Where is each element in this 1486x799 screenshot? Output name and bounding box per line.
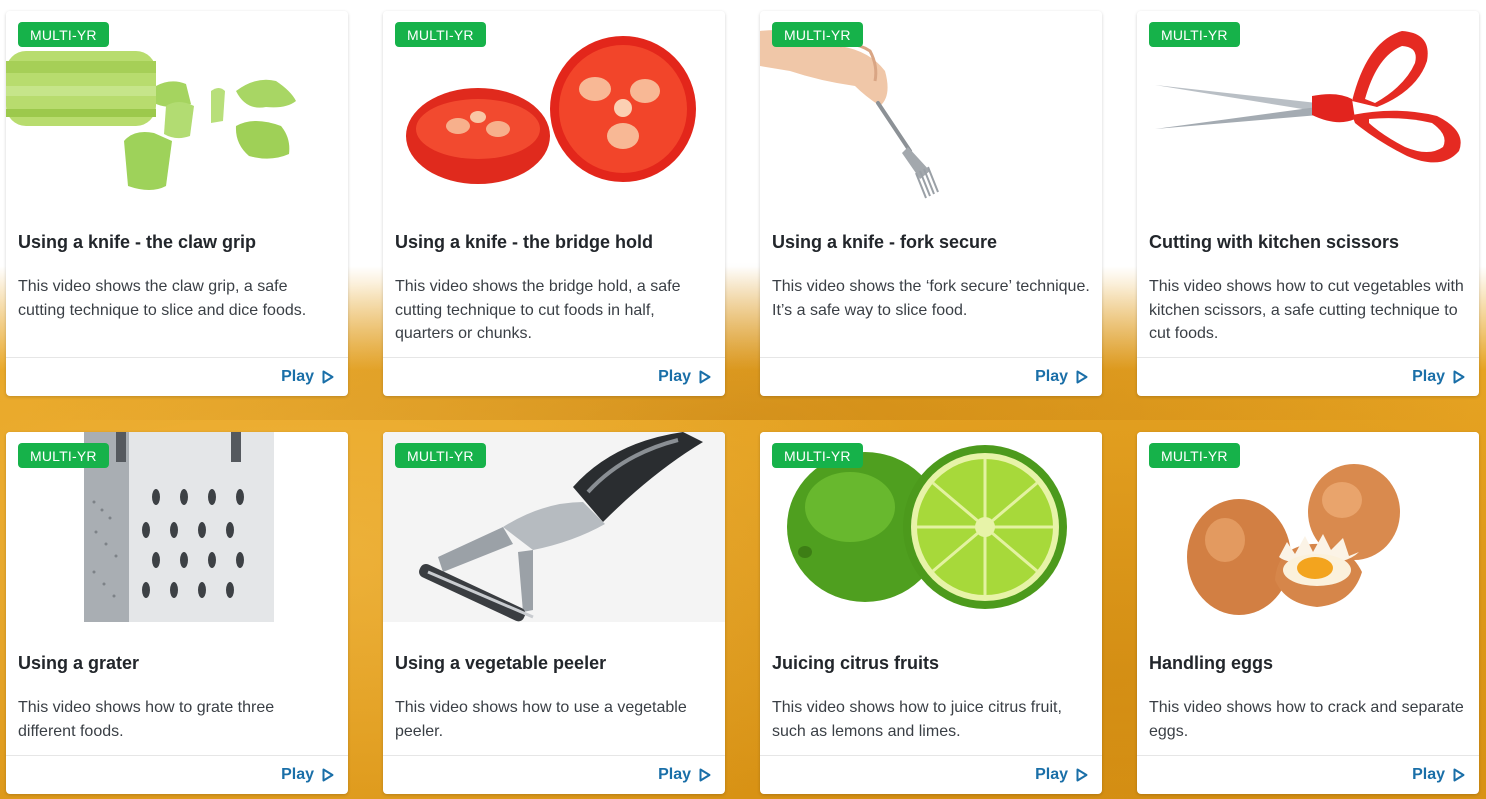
play-button[interactable]: Play bbox=[1035, 766, 1088, 784]
play-button[interactable]: Play bbox=[281, 368, 334, 386]
video-card[interactable]: MULTI-YR Cutting with kitchen scissors T… bbox=[1137, 11, 1479, 396]
play-label: Play bbox=[1412, 368, 1445, 385]
play-icon bbox=[699, 768, 711, 782]
card-description: This video shows how to grate three diff… bbox=[18, 699, 275, 740]
card-title[interactable]: Using a vegetable peeler bbox=[395, 652, 713, 674]
video-card[interactable]: MULTI-YR Using a vegetable peeler This v… bbox=[383, 432, 725, 794]
card-footer: Play bbox=[6, 357, 348, 396]
play-button[interactable]: Play bbox=[1412, 368, 1465, 386]
card-footer: Play bbox=[383, 755, 725, 794]
card-title[interactable]: Using a knife - the bridge hold bbox=[395, 231, 713, 253]
video-card[interactable]: MULTI-YR Using a grater This video shows… bbox=[6, 432, 348, 794]
card-thumbnail[interactable]: MULTI-YR bbox=[6, 11, 348, 201]
video-card[interactable]: MULTI-YR Using a knife - fork secure Thi… bbox=[760, 11, 1102, 396]
card-footer: Play bbox=[760, 357, 1102, 396]
video-card[interactable]: MULTI-YR Using a knife - the bridge hold… bbox=[383, 11, 725, 396]
card-footer: Play bbox=[1137, 755, 1479, 794]
year-badge: MULTI-YR bbox=[1149, 22, 1240, 47]
year-badge: MULTI-YR bbox=[18, 22, 109, 47]
play-icon bbox=[1076, 768, 1088, 782]
play-button[interactable]: Play bbox=[1412, 766, 1465, 784]
video-card[interactable]: MULTI-YR Juicing citrus fruits This vide… bbox=[760, 432, 1102, 794]
card-description: This video shows how to juice citrus fru… bbox=[772, 699, 1062, 740]
play-label: Play bbox=[1035, 766, 1068, 783]
year-badge: MULTI-YR bbox=[1149, 443, 1240, 468]
card-description: This video shows how to use a vegetable … bbox=[395, 699, 687, 740]
video-card-grid: MULTI-YR Using a knife - the claw grip T… bbox=[6, 11, 1479, 794]
play-icon bbox=[1453, 768, 1465, 782]
card-footer: Play bbox=[383, 357, 725, 396]
card-title[interactable]: Using a knife - the claw grip bbox=[18, 231, 336, 253]
card-title[interactable]: Cutting with kitchen scissors bbox=[1149, 231, 1467, 253]
card-description: This video shows how to crack and separa… bbox=[1149, 699, 1464, 740]
play-button[interactable]: Play bbox=[281, 766, 334, 784]
card-footer: Play bbox=[6, 755, 348, 794]
year-badge: MULTI-YR bbox=[772, 22, 863, 47]
play-label: Play bbox=[1035, 368, 1068, 385]
card-title[interactable]: Using a knife - fork secure bbox=[772, 231, 1090, 253]
play-label: Play bbox=[658, 368, 691, 385]
card-description: This video shows the ‘fork secure’ techn… bbox=[772, 278, 1090, 319]
year-badge: MULTI-YR bbox=[772, 443, 863, 468]
play-label: Play bbox=[281, 368, 314, 385]
card-thumbnail[interactable]: MULTI-YR bbox=[760, 11, 1102, 201]
play-label: Play bbox=[658, 766, 691, 783]
card-footer: Play bbox=[760, 755, 1102, 794]
card-thumbnail[interactable]: MULTI-YR bbox=[760, 432, 1102, 622]
card-thumbnail[interactable]: MULTI-YR bbox=[383, 11, 725, 201]
play-label: Play bbox=[1412, 766, 1445, 783]
play-icon bbox=[699, 370, 711, 384]
year-badge: MULTI-YR bbox=[395, 443, 486, 468]
card-thumbnail[interactable]: MULTI-YR bbox=[383, 432, 725, 622]
video-card[interactable]: MULTI-YR Handling eggs This video shows … bbox=[1137, 432, 1479, 794]
card-thumbnail[interactable]: MULTI-YR bbox=[6, 432, 348, 622]
card-title[interactable]: Handling eggs bbox=[1149, 652, 1467, 674]
card-thumbnail[interactable]: MULTI-YR bbox=[1137, 432, 1479, 622]
video-card[interactable]: MULTI-YR Using a knife - the claw grip T… bbox=[6, 11, 348, 396]
card-description: This video shows the bridge hold, a safe… bbox=[395, 278, 681, 342]
play-button[interactable]: Play bbox=[658, 766, 711, 784]
play-icon bbox=[1453, 370, 1465, 384]
card-footer: Play bbox=[1137, 357, 1479, 396]
card-description: This video shows the claw grip, a safe c… bbox=[18, 278, 307, 319]
play-icon bbox=[322, 768, 334, 782]
year-badge: MULTI-YR bbox=[18, 443, 109, 468]
play-icon bbox=[1076, 370, 1088, 384]
play-label: Play bbox=[281, 766, 314, 783]
card-title[interactable]: Using a grater bbox=[18, 652, 336, 674]
play-button[interactable]: Play bbox=[1035, 368, 1088, 386]
play-icon bbox=[322, 370, 334, 384]
card-thumbnail[interactable]: MULTI-YR bbox=[1137, 11, 1479, 201]
card-title[interactable]: Juicing citrus fruits bbox=[772, 652, 1090, 674]
play-button[interactable]: Play bbox=[658, 368, 711, 386]
card-description: This video shows how to cut vegetables w… bbox=[1149, 278, 1464, 342]
year-badge: MULTI-YR bbox=[395, 22, 486, 47]
